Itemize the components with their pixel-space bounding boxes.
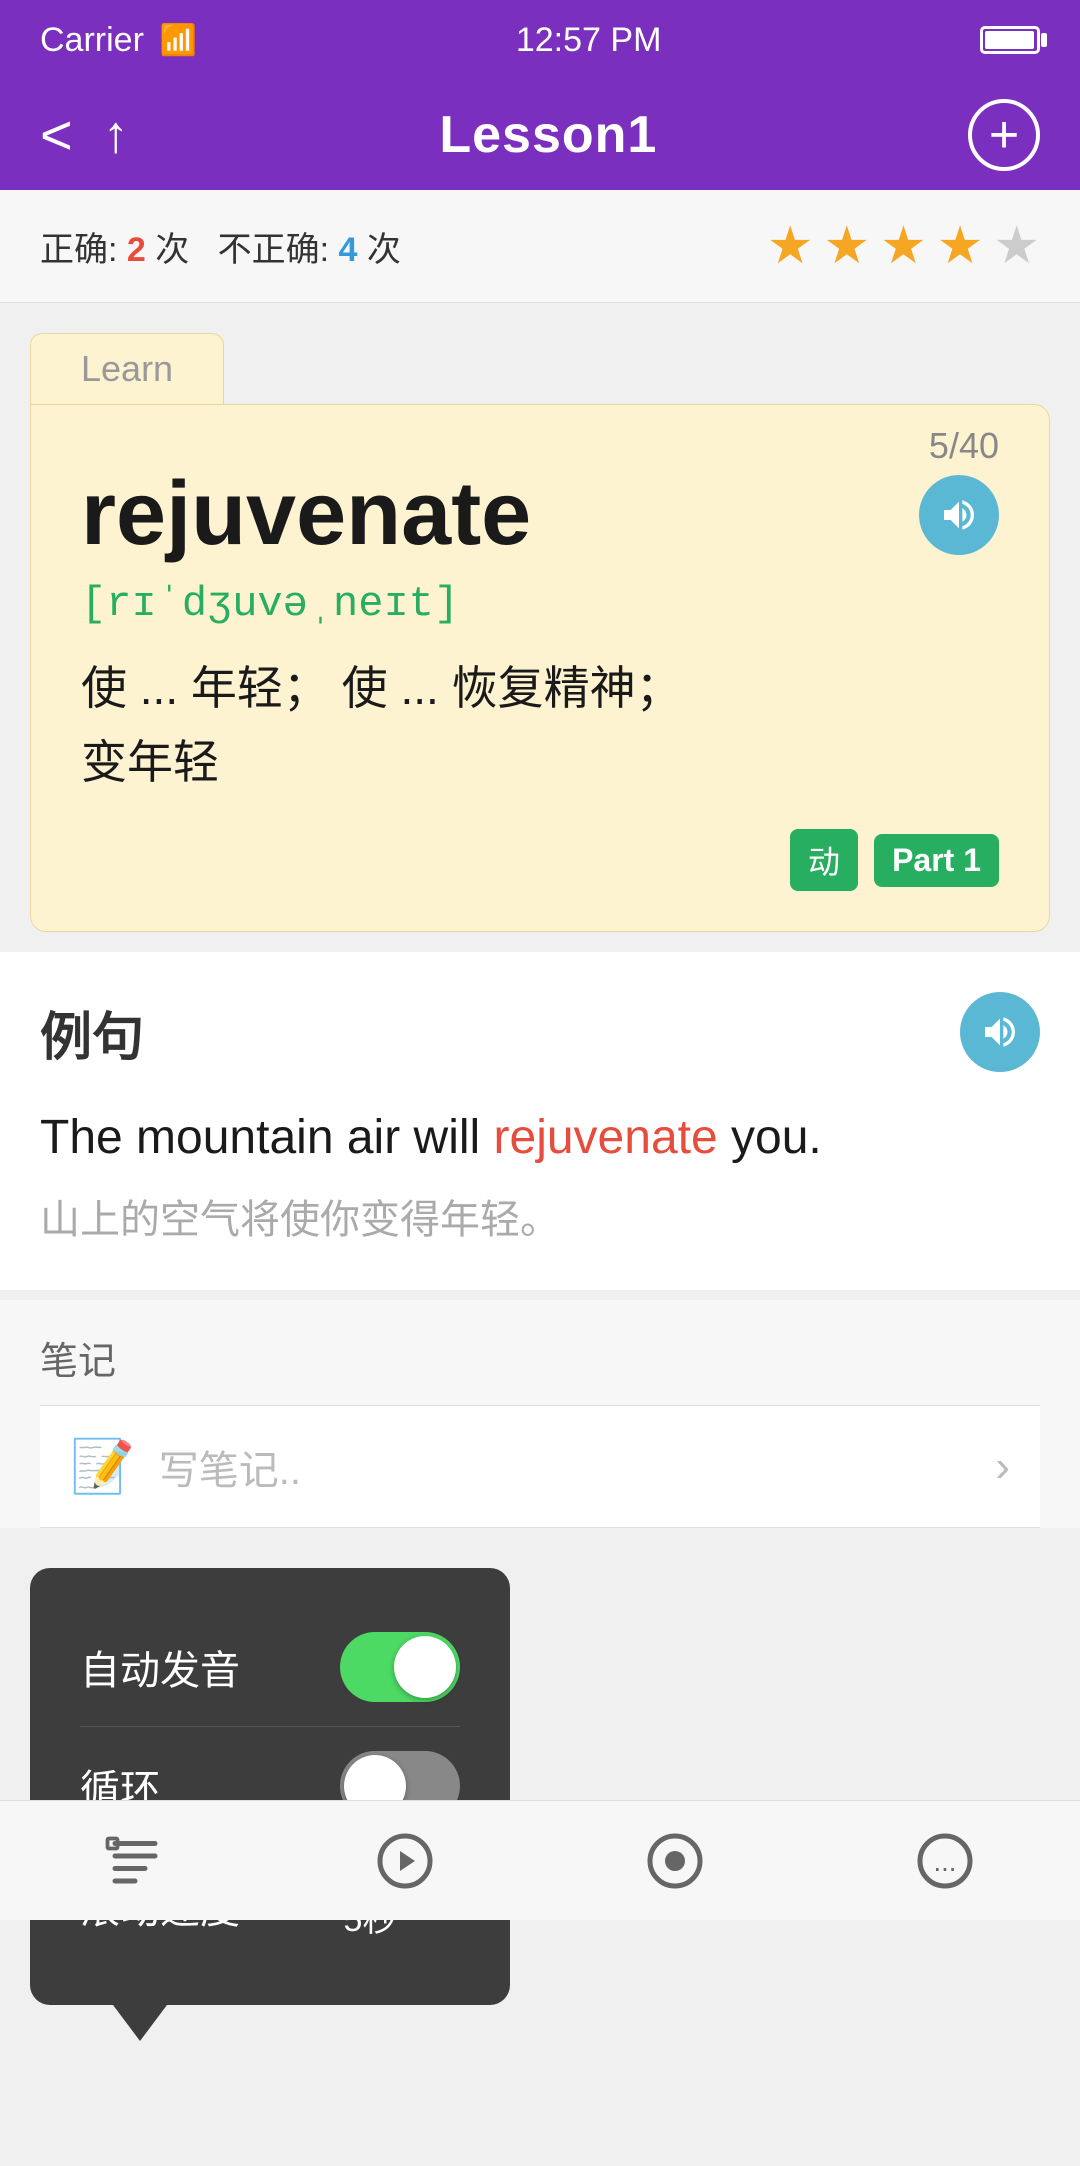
notes-chevron-icon: › — [995, 1442, 1010, 1492]
star-1: ★ — [767, 216, 814, 276]
word-meaning: 使 ... 年轻； 使 ... 恢复精神；变年轻 — [81, 652, 999, 799]
wrong-unit: 次 — [367, 231, 401, 269]
settings-popup: 自动发音 循环 滚动速度 5秒 — [30, 1568, 510, 2005]
carrier-label: Carrier — [40, 21, 144, 60]
svg-text:...: ... — [934, 1846, 957, 1877]
card-footer: 动 Part 1 — [81, 829, 999, 891]
play-button[interactable] — [365, 1821, 445, 1901]
bottom-toolbar: ... — [0, 1800, 1080, 1920]
nav-bar: < ↑ Lesson1 + — [0, 80, 1080, 190]
stats-bar: 正确: 2 次 不正确: 4 次 ★ ★ ★ ★ ★ — [0, 190, 1080, 303]
card-container: Learn 5/40 rejuvenate [rɪˈdʒuvəˌneɪt] 使 … — [0, 303, 1080, 932]
notes-placeholder: 写笔记.. — [159, 1438, 972, 1496]
example-audio-button[interactable] — [960, 992, 1040, 1072]
example-highlight: rejuvenate — [494, 1111, 718, 1164]
back-button[interactable]: < — [40, 107, 73, 163]
auto-sound-label: 自动发音 — [80, 1638, 240, 1696]
correct-count: 2 — [127, 231, 146, 269]
example-section: 例句 The mountain air will rejuvenate you.… — [0, 952, 1080, 1290]
example-after: you. — [718, 1111, 822, 1164]
star-5: ★ — [993, 216, 1040, 276]
example-chinese: 山上的空气将使你变得年轻。 — [40, 1190, 1040, 1250]
correct-label: 正确: — [40, 231, 117, 269]
list-button[interactable] — [95, 1821, 175, 1901]
wifi-icon: 📶 — [160, 23, 197, 58]
record-button[interactable] — [635, 1821, 715, 1901]
star-3: ★ — [880, 216, 927, 276]
battery-icon — [980, 26, 1040, 54]
word-audio-button[interactable] — [919, 475, 999, 555]
card-counter: 5/40 — [929, 425, 999, 467]
example-english: The mountain air will rejuvenate you. — [40, 1102, 1040, 1174]
page-title: Lesson1 — [439, 105, 657, 165]
wrong-label: 不正确: — [218, 231, 329, 269]
example-before: The mountain air will — [40, 1111, 494, 1164]
auto-sound-row: 自动发音 — [80, 1608, 460, 1727]
vocabulary-word: rejuvenate — [81, 465, 999, 564]
status-bar: Carrier 📶 12:57 PM — [0, 0, 1080, 80]
card-tab-learn[interactable]: Learn — [30, 333, 224, 404]
notes-section: 笔记 📝 写笔记.. › — [0, 1300, 1080, 1528]
stats-text: 正确: 2 次 不正确: 4 次 — [40, 222, 401, 271]
badge-dong: 动 — [790, 829, 858, 891]
rating-stars: ★ ★ ★ ★ ★ — [767, 216, 1040, 276]
notes-label: 笔记 — [40, 1330, 1040, 1385]
phonetic-text: [rɪˈdʒuvəˌneɪt] — [81, 580, 999, 628]
auto-sound-toggle[interactable] — [340, 1632, 460, 1702]
star-4: ★ — [937, 216, 984, 276]
time-label: 12:57 PM — [516, 21, 662, 60]
up-button[interactable]: ↑ — [103, 105, 129, 165]
wrong-count: 4 — [339, 231, 358, 269]
vocabulary-card: 5/40 rejuvenate [rɪˈdʒuvəˌneɪt] 使 ... 年轻… — [30, 404, 1050, 932]
badge-part: Part 1 — [874, 834, 999, 887]
example-header: 例句 — [40, 992, 1040, 1072]
correct-unit: 次 — [155, 231, 189, 269]
notes-icon: 📝 — [70, 1436, 135, 1497]
add-button[interactable]: + — [968, 99, 1040, 171]
example-title: 例句 — [40, 995, 144, 1070]
star-2: ★ — [824, 216, 871, 276]
share-button[interactable]: ... — [905, 1821, 985, 1901]
notes-input-row[interactable]: 📝 写笔记.. › — [40, 1405, 1040, 1528]
